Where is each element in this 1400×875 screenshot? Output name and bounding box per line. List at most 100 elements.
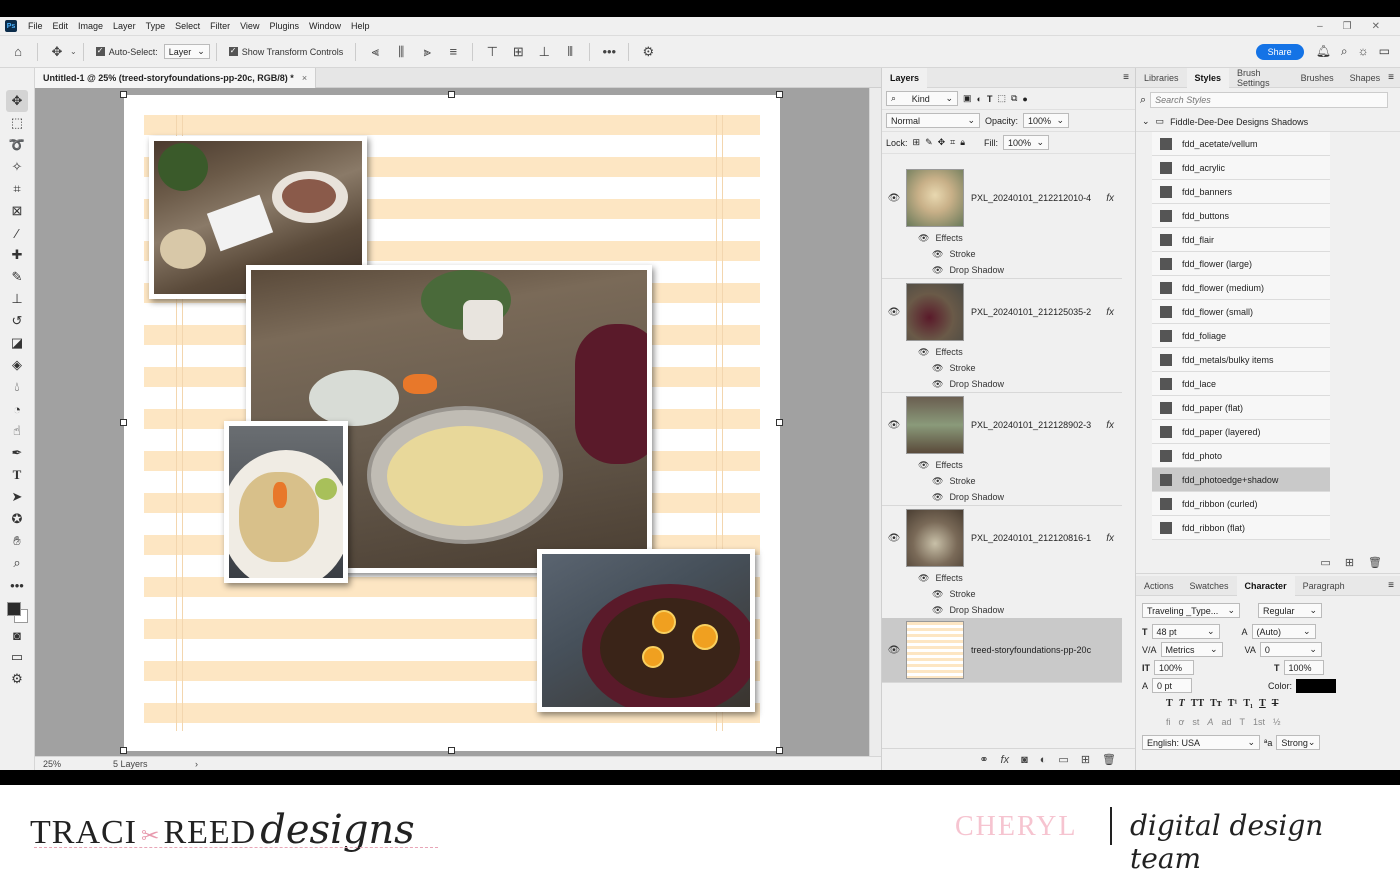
stylistic-icon[interactable]: ad [1221,717,1231,727]
quick-mask-icon[interactable]: ◙ [6,624,28,646]
align-left-icon[interactable]: ⫷ [365,42,385,62]
smudge-tool-icon[interactable]: ☝︎ [6,420,28,442]
stroke-effect-row[interactable]: 👁︎ Stroke [882,473,1122,489]
style-item[interactable]: fdd_paper (flat) [1152,396,1330,420]
photo-plate[interactable] [224,421,348,583]
tab-character[interactable]: Character [1236,575,1295,596]
bell-icon[interactable]: 🔔︎ [1316,44,1331,59]
eye-icon[interactable]: 👁︎ [882,645,906,656]
menu-select[interactable]: Select [170,21,205,31]
tab-swatches[interactable]: Swatches [1182,581,1237,591]
panel-menu-icon[interactable]: ≡ [1123,72,1129,83]
fx-icon[interactable]: fx [1106,420,1114,431]
path-select-icon[interactable]: ➤ [6,486,28,508]
underline-icon[interactable]: T [1259,698,1266,709]
workspace-icon[interactable]: ▭ [1379,44,1390,59]
effects-row[interactable]: 👁︎ Effects [882,570,1122,586]
align-bottom-icon[interactable]: ⊥ [534,42,554,62]
fractions-icon[interactable]: ½ [1273,717,1281,727]
style-item[interactable]: fdd_banners [1152,180,1330,204]
align-middle-icon[interactable]: ⊞ [508,42,528,62]
checkbox-icon[interactable] [228,46,238,56]
faux-italic-icon[interactable]: T [1179,698,1185,709]
vertical-scale-field[interactable]: 100% [1154,660,1194,675]
style-item[interactable]: fdd_acrylic [1152,156,1330,180]
transform-handle[interactable] [776,419,783,426]
more-options-icon[interactable]: ••• [599,42,619,62]
lasso-tool-icon[interactable]: ➰ [6,134,28,156]
ligatures-icon[interactable]: fi [1166,717,1171,727]
minimize-icon[interactable]: – [1317,21,1323,32]
layer-name[interactable]: PXL_20240101_212128902-3 [971,420,1091,430]
eye-icon[interactable]: 👁︎ [932,249,943,260]
lock-position-icon[interactable]: ✥ [938,137,946,148]
zoom-level[interactable]: 25% [43,759,113,769]
stroke-effect-row[interactable]: 👁︎ Stroke [882,246,1122,262]
opacity-field[interactable]: 100% ⌄ [1023,113,1070,128]
document-tab[interactable]: Untitled-1 @ 25% (treed-storyfoundations… [35,68,317,88]
tab-actions[interactable]: Actions [1136,581,1182,591]
eye-icon[interactable]: 👁︎ [932,492,943,503]
eye-icon[interactable]: 👁︎ [932,589,943,600]
stamp-tool-icon[interactable]: ⊥ [6,288,28,310]
align-center-icon[interactable]: ⫼ [391,42,411,62]
style-item[interactable]: fdd_flower (small) [1152,300,1330,324]
paint-bucket-icon[interactable]: ◈ [6,354,28,376]
eye-icon[interactable]: 👁︎ [932,363,943,374]
adjustment-layer-icon[interactable]: ◐ [1040,754,1047,766]
font-family-dropdown[interactable]: Traveling _Type... ⌄ [1142,603,1240,618]
brush-tool-icon[interactable]: ✎ [6,266,28,288]
more-tools-icon[interactable]: ••• [6,574,28,596]
magic-wand-icon[interactable]: ✧ [6,156,28,178]
transform-handle[interactable] [120,91,127,98]
antialias-dropdown[interactable]: Strong ⌄ [1276,735,1321,750]
hand-tool-icon[interactable]: ✋︎ [6,530,28,552]
layer-name[interactable]: PXL_20240101_212212010-4 [971,193,1091,203]
tab-libraries[interactable]: Libraries [1136,73,1187,83]
home-icon[interactable]: ⌂ [8,42,28,62]
chevron-right-icon[interactable]: › [195,759,198,769]
style-item[interactable]: fdd_buttons [1152,204,1330,228]
stroke-effect-row[interactable]: 👁︎ Stroke [882,586,1122,602]
horizontal-scale-field[interactable]: 100% [1283,660,1324,675]
ordinals-icon[interactable]: 1st [1253,717,1265,727]
share-button[interactable]: Share [1255,43,1304,60]
layer-row[interactable]: 👁︎ PXL_20240101_212125035-2 fx 👁︎ Effects… [882,280,1122,393]
style-item[interactable]: fdd_paper (layered) [1152,420,1330,444]
type-tool-icon[interactable]: T [6,464,28,486]
gear-icon[interactable]: ⚙ [638,42,658,62]
healing-brush-icon[interactable]: ✚ [6,244,28,266]
fx-icon[interactable]: fx [1106,533,1114,544]
eye-icon[interactable]: 👁︎ [882,307,906,318]
history-brush-icon[interactable]: ↺ [6,310,28,332]
drop-shadow-row[interactable]: 👁︎ Drop Shadow [882,489,1122,505]
search-icon[interactable]: ⌕ [1341,44,1348,59]
eye-icon[interactable]: 👁︎ [932,476,943,487]
blur-tool-icon[interactable]: 💧︎ [6,376,28,398]
transform-handle[interactable] [776,747,783,754]
align-top-icon[interactable]: ⊤ [482,42,502,62]
document-canvas[interactable] [120,91,783,754]
style-group-row[interactable]: ⌄ ▭ Fiddle-Dee-Dee Designs Shadows [1136,112,1400,132]
eye-icon[interactable]: 👁︎ [918,460,929,471]
pixel-filter-icon[interactable]: ▣ [963,93,972,104]
stroke-effect-row[interactable]: 👁︎ Stroke [882,360,1122,376]
styles-search-input[interactable] [1150,92,1389,108]
close-icon[interactable]: × [302,73,307,83]
menu-image[interactable]: Image [73,21,108,31]
eye-icon[interactable]: 👁︎ [932,605,943,616]
eye-icon[interactable]: 👁︎ [882,420,906,431]
layer-name[interactable]: PXL_20240101_212120816-1 [971,533,1091,543]
frame-tool-icon[interactable]: ⊠ [6,200,28,222]
transform-handle[interactable] [448,91,455,98]
fx-icon[interactable]: fx [1001,754,1010,766]
effects-row[interactable]: 👁︎ Effects [882,230,1122,246]
lock-transparent-icon[interactable]: ⊞ [913,137,921,148]
tab-brush-settings[interactable]: Brush Settings [1229,68,1293,88]
checkbox-icon[interactable] [95,46,105,56]
distribute-vertical-icon[interactable]: ⫴ [560,42,580,62]
titling-icon[interactable]: T [1239,717,1245,727]
style-item[interactable]: fdd_ribbon (flat) [1152,516,1330,540]
drop-shadow-row[interactable]: 👁︎ Drop Shadow [882,602,1122,618]
chevron-down-icon[interactable]: ⌄ [70,47,77,56]
